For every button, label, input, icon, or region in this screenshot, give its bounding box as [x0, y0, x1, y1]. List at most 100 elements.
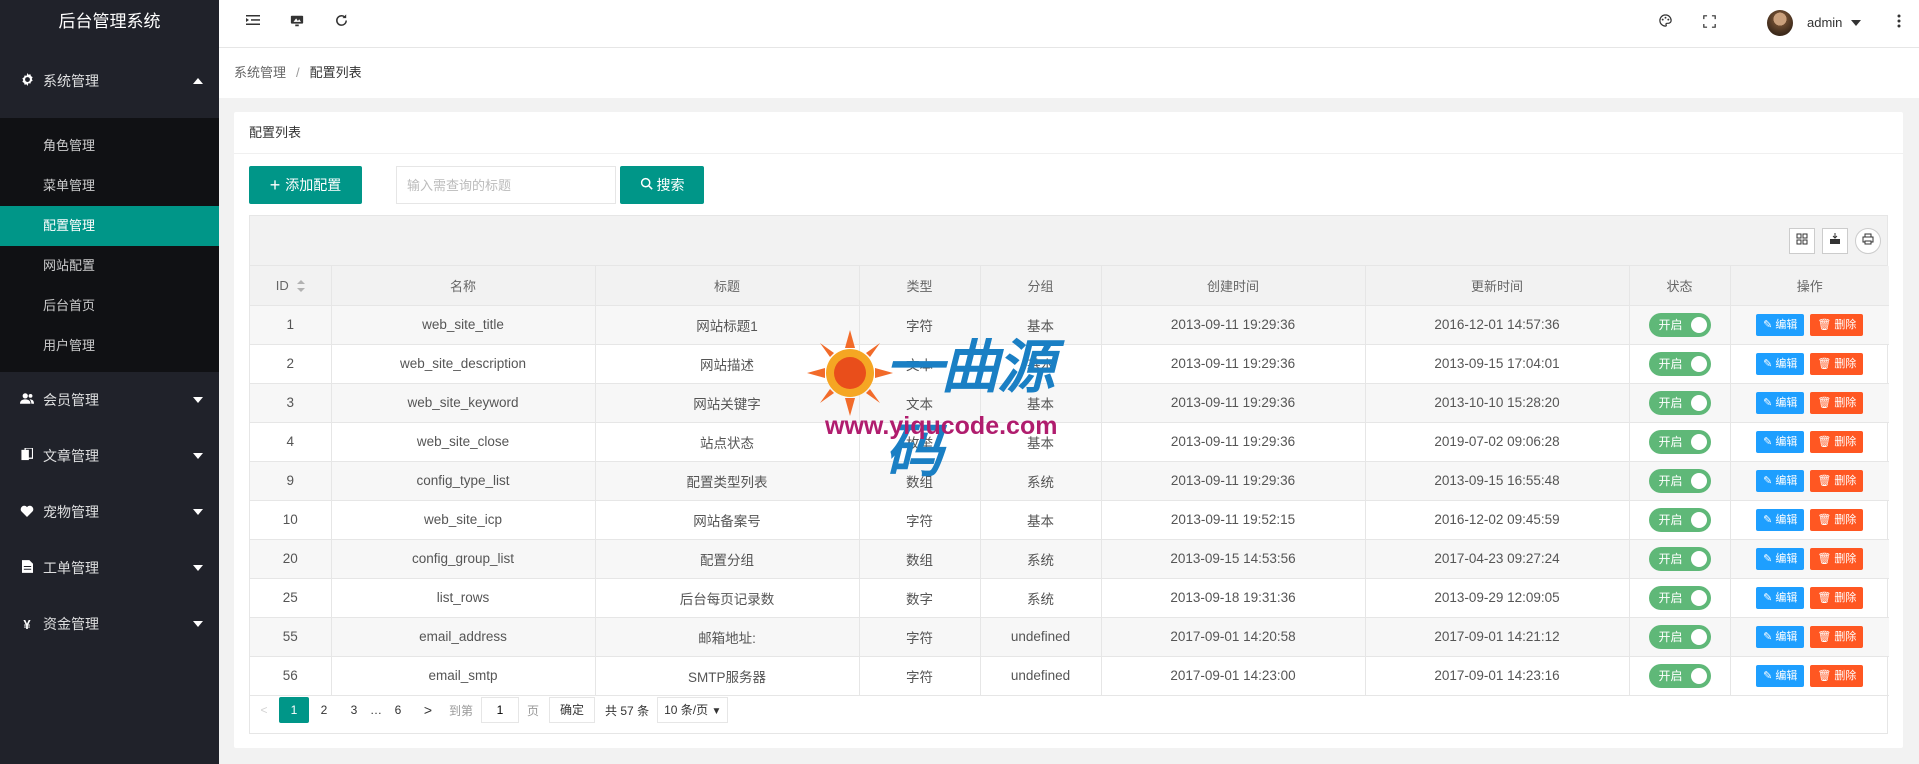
menu-group[interactable]: 文章管理 — [0, 428, 219, 484]
breadcrumb-parent[interactable]: 系统管理 — [234, 65, 286, 80]
trash-icon: 🗑 — [1817, 630, 1832, 643]
table-row: 9 config_type_list 配置类型列表 数组 系统 2013-09-11 19… — [250, 461, 1889, 501]
add-config-label: 添加配置 — [285, 177, 342, 193]
page-number[interactable]: 2 — [309, 697, 339, 723]
export-icon[interactable] — [1822, 228, 1848, 254]
search-input[interactable] — [396, 166, 616, 204]
sidebar-subitem[interactable]: 网站配置 — [0, 246, 219, 286]
add-config-button[interactable]: + 添加配置 — [249, 166, 362, 204]
table-cell: 后台每页记录数 — [595, 578, 860, 618]
config-panel: 配置列表 + 添加配置 搜索 ID 名称 标题 类型 分组 创建时间 更新时间 状态 操作 — [234, 112, 1903, 748]
delete-button[interactable]: 🗑 删除 — [1810, 391, 1864, 414]
status-switch[interactable]: 开启 — [1648, 546, 1711, 571]
gear-icon — [20, 73, 34, 89]
columns-icon[interactable] — [1789, 228, 1815, 254]
status-switch[interactable]: 开启 — [1648, 312, 1711, 337]
menu-group[interactable]: ¥ 资金管理 — [0, 596, 219, 652]
menu-fold-icon[interactable] — [241, 12, 265, 36]
delete-button[interactable]: 🗑 删除 — [1810, 352, 1864, 375]
menu-group[interactable]: 会员管理 — [0, 372, 219, 428]
sidebar-subitem[interactable]: 后台首页 — [0, 286, 219, 326]
delete-button[interactable]: 🗑 删除 — [1810, 508, 1864, 531]
user-name[interactable]: admin — [1807, 15, 1842, 30]
trash-icon: 🗑 — [1817, 669, 1832, 682]
table-cell: web_site_description — [331, 344, 596, 384]
website-icon[interactable] — [285, 12, 309, 36]
config-table: ID 名称 标题 类型 分组 创建时间 更新时间 状态 操作 1 web_site_title 网站… — [249, 215, 1889, 734]
menu-group[interactable]: 宠物管理 — [0, 484, 219, 540]
edit-button[interactable]: ✎ 编辑 — [1756, 469, 1805, 492]
edit-button[interactable]: ✎ 编辑 — [1756, 352, 1805, 375]
search-button[interactable]: 搜索 — [620, 166, 704, 204]
prev-page-icon[interactable]: < — [249, 697, 279, 723]
edit-button[interactable]: ✎ 编辑 — [1756, 430, 1805, 453]
table-cell: undefined — [980, 656, 1102, 696]
edit-label: 编辑 — [1775, 435, 1798, 448]
edit-button[interactable]: ✎ 编辑 — [1756, 391, 1805, 414]
actions-cell: ✎ 编辑 🗑 删除 — [1730, 617, 1889, 657]
goto-page-input[interactable] — [481, 697, 520, 723]
theme-icon[interactable] — [1653, 12, 1677, 36]
edit-button[interactable]: ✎ 编辑 — [1756, 508, 1805, 531]
switch-label: 开启 — [1658, 551, 1683, 566]
avatar[interactable] — [1767, 10, 1793, 36]
status-switch[interactable]: 开启 — [1648, 624, 1711, 649]
switch-label: 开启 — [1658, 590, 1683, 605]
sidebar-subitem[interactable]: 角色管理 — [0, 126, 219, 166]
sidebar-subitem[interactable]: 用户管理 — [0, 326, 219, 366]
edit-button[interactable]: ✎ 编辑 — [1756, 625, 1805, 648]
delete-button[interactable]: 🗑 删除 — [1810, 430, 1864, 453]
delete-button[interactable]: 🗑 删除 — [1810, 469, 1864, 492]
actions-cell: ✎ 编辑 🗑 删除 — [1730, 344, 1889, 384]
delete-button[interactable]: 🗑 删除 — [1810, 547, 1864, 570]
confirm-page-button[interactable]: 确定 — [549, 697, 596, 723]
fullscreen-icon[interactable] — [1697, 12, 1721, 36]
sidebar-groups: 会员管理 文章管理 宠物管理 工单管理 ¥ 资金管理 — [0, 372, 219, 652]
edit-button[interactable]: ✎ 编辑 — [1756, 664, 1805, 687]
edit-button[interactable]: ✎ 编辑 — [1756, 547, 1805, 570]
table-header-row: ID 名称 标题 类型 分组 创建时间 更新时间 状态 操作 — [250, 266, 1889, 306]
status-switch[interactable]: 开启 — [1648, 429, 1711, 454]
switch-knob — [1690, 628, 1707, 645]
plus-icon: + — [269, 175, 281, 195]
sidebar-subitem[interactable]: 配置管理 — [0, 206, 219, 246]
chevron-down-icon — [193, 453, 203, 459]
chevron-down-icon[interactable] — [1851, 20, 1861, 26]
edit-button[interactable]: ✎ 编辑 — [1756, 313, 1805, 336]
status-switch[interactable]: 开启 — [1648, 390, 1711, 415]
table-cell: 系统 — [980, 578, 1102, 618]
breadcrumb-separator: / — [296, 65, 300, 80]
page-number[interactable]: 3 — [339, 697, 369, 723]
status-cell: 开启 — [1629, 578, 1731, 618]
next-page-icon[interactable]: > — [413, 697, 443, 723]
page-number[interactable]: 6 — [383, 697, 413, 723]
delete-button[interactable]: 🗑 删除 — [1810, 625, 1864, 648]
status-switch[interactable]: 开启 — [1648, 507, 1711, 532]
table-cell: 2019-07-02 09:06:28 — [1365, 422, 1630, 462]
status-switch[interactable]: 开启 — [1648, 468, 1711, 493]
table-cell: email_address — [331, 617, 596, 657]
pencil-icon: ✎ — [1763, 435, 1773, 448]
page-number[interactable]: 1 — [279, 697, 309, 723]
refresh-icon[interactable] — [329, 12, 353, 36]
edit-button[interactable]: ✎ 编辑 — [1756, 586, 1805, 609]
pencil-icon: ✎ — [1763, 474, 1773, 487]
status-switch[interactable]: 开启 — [1648, 663, 1711, 688]
sidebar-subitem[interactable]: 菜单管理 — [0, 166, 219, 206]
status-switch[interactable]: 开启 — [1648, 585, 1711, 610]
menu-group[interactable]: 工单管理 — [0, 540, 219, 596]
delete-button[interactable]: 🗑 删除 — [1810, 313, 1864, 336]
print-icon[interactable] — [1855, 228, 1881, 254]
delete-button[interactable]: 🗑 删除 — [1810, 664, 1864, 687]
status-switch[interactable]: 开启 — [1648, 351, 1711, 376]
menu-group-system[interactable]: 系统管理 — [0, 50, 219, 112]
page-size-select[interactable]: 10 条/页 ▼ — [657, 697, 729, 723]
table-cell: 10 — [250, 500, 332, 540]
switch-knob — [1690, 667, 1707, 684]
trash-icon: 🗑 — [1817, 435, 1832, 448]
more-vertical-icon[interactable] — [1887, 12, 1911, 36]
table-cell: SMTP服务器 — [595, 656, 860, 696]
column-header[interactable]: ID — [250, 266, 332, 306]
sort-icon[interactable] — [296, 280, 305, 293]
delete-button[interactable]: 🗑 删除 — [1810, 586, 1864, 609]
